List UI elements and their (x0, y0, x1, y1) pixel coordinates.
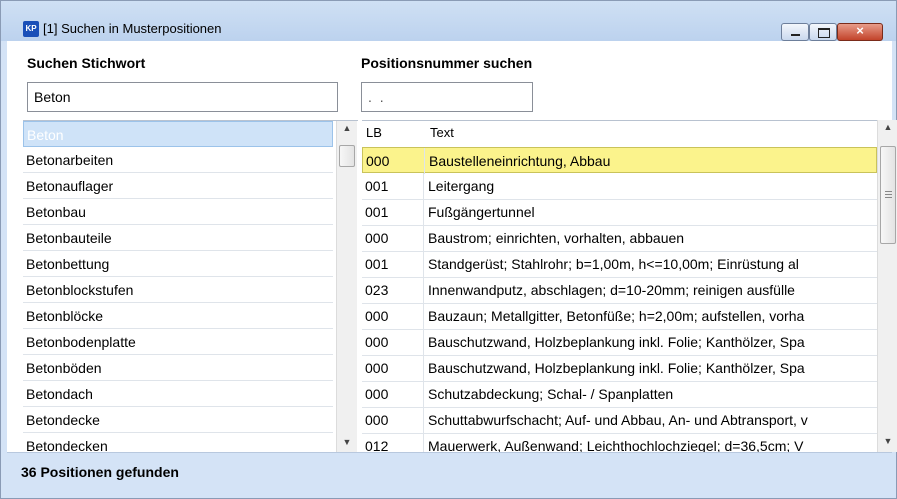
table-scroll-thumb[interactable] (880, 146, 896, 244)
text-cell: Innenwandputz, abschlagen; d=10-20mm; re… (428, 282, 795, 298)
text-cell: Baustelleneinrichtung, Abbau (429, 153, 611, 169)
maximize-button[interactable] (809, 23, 837, 41)
close-icon: × (856, 23, 864, 38)
results-count-text: 36 Positionen gefunden (21, 464, 179, 480)
keyword-list-item[interactable]: Betonauflager (23, 173, 333, 199)
text-cell: Leitergang (428, 178, 495, 194)
text-cell: Schuttabwurfschacht; Auf- und Abbau, An-… (428, 412, 808, 428)
maximize-icon (818, 28, 830, 38)
keyword-list-scrollbar[interactable]: ▲ ▼ (336, 121, 357, 453)
keyword-list: Beton Betonarbeiten Betonauflager Betonb… (23, 120, 358, 459)
keyword-search-input[interactable]: Beton (27, 82, 338, 112)
keyword-list-item[interactable]: Beton (23, 121, 333, 147)
keyword-list-scroll-thumb[interactable] (339, 145, 355, 167)
keyword-list-item[interactable]: Betonbauteile (23, 225, 333, 251)
lb-cell: 000 (362, 303, 424, 329)
table-row[interactable]: 000 Bauschutzwand, Holzbeplankung inkl. F… (362, 355, 877, 382)
keyword-list-item[interactable]: Betonbau (23, 199, 333, 225)
position-number-input[interactable]: . . (361, 82, 533, 112)
keyword-list-item[interactable]: Betondecke (23, 407, 333, 433)
table-row[interactable]: 000 Bauzaun; Metallgitter, Betonfüße; h=2… (362, 303, 877, 330)
text-cell: Standgerüst; Stahlrohr; b=1,00m, h<=10,0… (428, 256, 799, 272)
close-button[interactable]: × (837, 23, 883, 41)
keyword-list-item[interactable]: Betonböden (23, 355, 333, 381)
scroll-down-icon[interactable]: ▼ (337, 437, 357, 447)
lb-cell: 000 (362, 407, 424, 433)
text-cell: Fußgängertunnel (428, 204, 535, 220)
table-row[interactable]: 000 Baustrom; einrichten, vorhalten, abba… (362, 225, 877, 252)
column-header-text[interactable]: Text (426, 121, 850, 145)
status-bar: 36 Positionen gefunden (7, 452, 892, 493)
text-cell: Bauschutzwand, Holzbeplankung inkl. Foli… (428, 360, 805, 376)
thumb-grip (885, 191, 892, 192)
positions-table: LB Text 000 Baustelleneinrichtung, Abbau … (362, 120, 877, 460)
scroll-up-icon[interactable]: ▲ (878, 122, 897, 132)
scroll-up-icon[interactable]: ▲ (337, 123, 357, 133)
keyword-list-item[interactable]: Betonarbeiten (23, 147, 333, 173)
title-bar[interactable]: KP [1] Suchen in Musterpositionen × (1, 1, 896, 41)
lb-cell: 000 (362, 329, 424, 355)
table-row[interactable]: 001 Standgerüst; Stahlrohr; b=1,00m, h<=1… (362, 251, 877, 278)
table-row[interactable]: 000 Bauschutzwand, Holzbeplankung inkl. F… (362, 329, 877, 356)
lb-cell: 000 (362, 355, 424, 381)
table-row[interactable]: 000 Schutzabdeckung; Schal- / Spanplatten (362, 381, 877, 408)
text-cell: Bauschutzwand, Holzbeplankung inkl. Foli… (428, 334, 805, 350)
keyword-list-item[interactable]: Betonbodenplatte (23, 329, 333, 355)
lb-cell: 000 (362, 381, 424, 407)
table-row[interactable]: 001 Leitergang (362, 173, 877, 200)
text-cell: Bauzaun; Metallgitter, Betonfüße; h=2,00… (428, 308, 805, 324)
keyword-list-item[interactable]: Betonbettung (23, 251, 333, 277)
lb-cell: 001 (362, 199, 424, 225)
scroll-down-icon[interactable]: ▼ (878, 436, 897, 446)
keyword-search-label: Suchen Stichwort (27, 55, 146, 71)
search-window: KP [1] Suchen in Musterpositionen × Such… (0, 0, 897, 499)
lb-cell: 001 (362, 173, 424, 199)
text-cell: Baustrom; einrichten, vorhalten, abbauen (428, 230, 685, 246)
position-search-label: Positionsnummer suchen (361, 55, 533, 71)
table-row[interactable]: 000 Schuttabwurfschacht; Auf- und Abbau, … (362, 407, 877, 434)
app-logo-icon: KP (23, 21, 39, 37)
table-row[interactable]: 023 Innenwandputz, abschlagen; d=10-20mm;… (362, 277, 877, 304)
table-scrollbar[interactable]: ▲ ▼ (877, 120, 897, 452)
thumb-grip (885, 194, 892, 195)
table-row[interactable]: 001 Fußgängertunnel (362, 199, 877, 226)
keyword-list-item[interactable]: Betonblockstufen (23, 277, 333, 303)
window-title: [1] Suchen in Musterpositionen (43, 21, 222, 36)
lb-cell: 000 (363, 148, 425, 174)
minimize-icon (791, 34, 800, 36)
minimize-button[interactable] (781, 23, 809, 41)
column-header-lb[interactable]: LB (362, 121, 428, 145)
thumb-grip (885, 197, 892, 198)
table-row[interactable]: 000 Baustelleneinrichtung, Abbau (362, 147, 877, 174)
lb-cell: 001 (362, 251, 424, 277)
keyword-list-item[interactable]: Betondach (23, 381, 333, 407)
lb-cell: 023 (362, 277, 424, 303)
text-cell: Schutzabdeckung; Schal- / Spanplatten (428, 386, 674, 402)
keyword-list-item[interactable]: Betonblöcke (23, 303, 333, 329)
lb-cell: 000 (362, 225, 424, 251)
